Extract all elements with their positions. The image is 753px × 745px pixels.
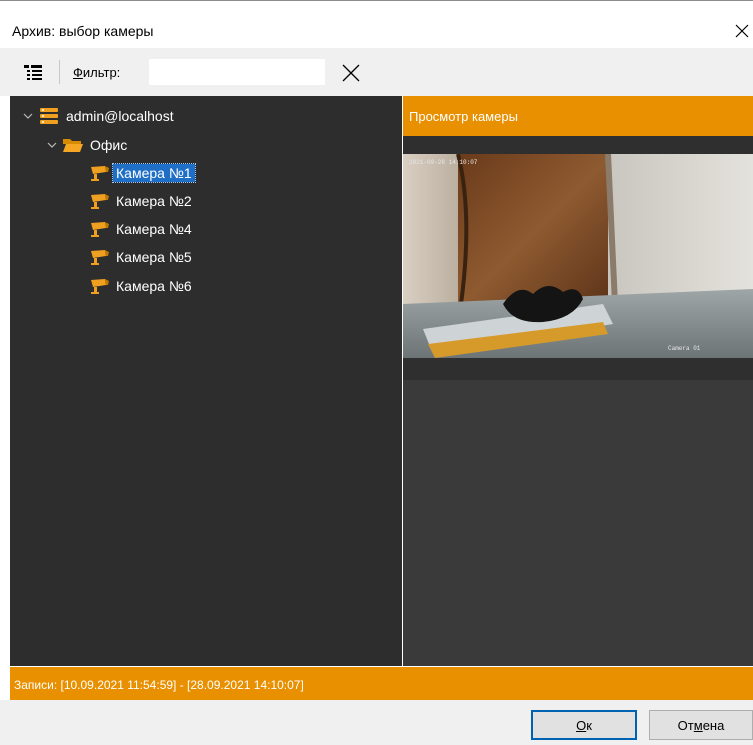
tree-node-camera-2[interactable]: Камера №2 — [88, 190, 195, 212]
preview-header: Просмотр камеры — [403, 96, 753, 136]
preview-osd-timestamp: 2021-09-28 14:10:07 — [409, 159, 478, 166]
preview-osd-caption: Camera 01 — [668, 345, 701, 352]
camera-icon — [91, 250, 109, 265]
ok-button[interactable]: Ок — [531, 710, 637, 740]
tree-node-camera-4[interactable]: Камера №4 — [88, 218, 195, 240]
camera-icon — [91, 222, 109, 237]
tree-node-server[interactable]: admin@localhost — [22, 105, 177, 127]
close-icon — [342, 64, 360, 82]
toolbar: Фильтр: — [0, 48, 753, 96]
left-border — [0, 96, 10, 666]
tree-node-folder[interactable]: Офис — [46, 134, 130, 156]
cancel-button[interactable]: От м ена — [649, 710, 753, 740]
list-view-icon — [24, 65, 42, 80]
camera-tree: admin@localhost Офис Камера №1 Камера №2 — [10, 96, 402, 666]
clear-filter-button[interactable] — [339, 61, 363, 85]
records-status-bar: Записи: [10.09.2021 11:54:59] - [28.09.2… — [10, 667, 753, 700]
filter-label: Фильтр: — [73, 65, 121, 80]
preview-title: Просмотр камеры — [409, 109, 518, 124]
camera-icon — [91, 279, 109, 294]
folder-label: Офис — [90, 137, 128, 153]
camera-label: Камера №6 — [116, 278, 192, 294]
records-range: Записи: [10.09.2021 11:54:59] - [28.09.2… — [14, 678, 304, 692]
tree-node-camera-5[interactable]: Камера №5 — [88, 246, 195, 268]
server-label: admin@localhost — [66, 108, 174, 124]
chevron-down-icon[interactable] — [46, 139, 58, 151]
folder-open-icon — [63, 139, 83, 152]
server-icon — [40, 108, 58, 124]
dialog-footer: Ок От м ена — [0, 700, 753, 745]
close-icon — [735, 24, 749, 38]
close-window-button[interactable] — [731, 15, 753, 45]
filter-input[interactable] — [149, 59, 325, 85]
tree-view-toggle-button[interactable] — [22, 63, 44, 83]
camera-icon — [91, 166, 109, 181]
tree-node-camera-1[interactable]: Камера №1 — [88, 162, 196, 184]
window-title: Архив: выбор камеры — [12, 23, 154, 39]
camera-icon — [91, 194, 109, 209]
title-bar: Архив: выбор камеры — [0, 0, 753, 48]
camera-label: Камера №1 — [112, 163, 196, 183]
camera-label: Камера №4 — [116, 221, 192, 237]
camera-preview-image: 2021-09-28 14:10:07 Camera 01 — [403, 154, 753, 358]
camera-label: Камера №2 — [116, 193, 192, 209]
camera-preview-panel: Просмотр камеры 2021-09-28 14:10:07 Came… — [403, 96, 753, 666]
tree-node-camera-6[interactable]: Камера №6 — [88, 275, 195, 297]
chevron-down-icon[interactable] — [22, 110, 34, 122]
toolbar-separator — [59, 60, 60, 84]
camera-label: Камера №5 — [116, 249, 192, 265]
